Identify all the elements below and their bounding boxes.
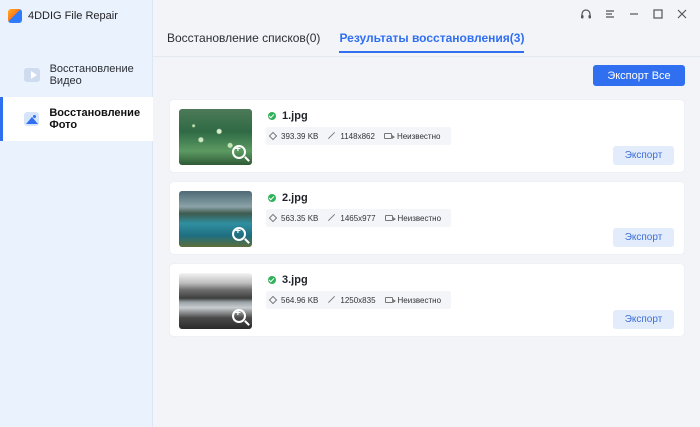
sidebar-item-label: Восстановление Фото — [49, 107, 141, 131]
file-meta: 564.96 KB 1250x835 Неизвестно — [266, 291, 451, 309]
maximize-icon[interactable] — [648, 5, 668, 23]
resolution-icon — [327, 214, 335, 222]
file-thumbnail[interactable] — [179, 109, 252, 165]
resolution-icon — [327, 132, 335, 140]
sidebar: 4DDIG File Repair Восстановление Видео В… — [0, 0, 153, 427]
file-meta: 393.39 KB 1148x862 Неизвестно — [266, 127, 451, 145]
file-duration: Неизвестно — [396, 131, 441, 141]
duration-icon — [384, 297, 396, 303]
sidebar-item-label: Восстановление Видео — [49, 63, 134, 87]
video-icon — [24, 68, 40, 82]
headset-icon[interactable] — [576, 5, 596, 23]
file-size: 564.96 KB — [281, 295, 319, 305]
menu-icon[interactable] — [600, 5, 620, 23]
duration-icon — [383, 133, 395, 139]
resolution-icon — [327, 296, 335, 304]
success-check-icon — [268, 112, 276, 120]
sidebar-item-video-repair[interactable]: Восстановление Видео — [0, 53, 153, 97]
file-card: 3.jpg 564.96 KB 1250x835 Неизвестно Эксп… — [169, 263, 685, 337]
zoom-in-icon[interactable] — [232, 144, 246, 159]
file-size-icon — [268, 131, 278, 141]
file-resolution: 1250x835 — [340, 295, 376, 305]
file-name-text: 3.jpg — [282, 274, 308, 286]
file-name-text: 2.jpg — [282, 192, 308, 204]
photo-icon — [24, 112, 40, 126]
tab-bar: Восстановление списков(0) Результаты вос… — [167, 31, 525, 53]
file-thumbnail[interactable] — [179, 191, 252, 247]
file-card: 2.jpg 563.35 KB 1465x977 Неизвестно Эксп… — [169, 181, 685, 255]
duration-icon — [384, 215, 396, 221]
tab-recovery-list[interactable]: Восстановление списков(0) — [167, 31, 320, 53]
file-resolution: 1465x977 — [340, 213, 376, 223]
file-name: 3.jpg — [268, 274, 308, 286]
file-name-text: 1.jpg — [282, 110, 308, 122]
success-check-icon — [268, 194, 276, 202]
window-controls — [576, 5, 692, 23]
file-meta: 563.35 KB 1465x977 Неизвестно — [266, 209, 451, 227]
file-size: 563.35 KB — [281, 213, 319, 223]
zoom-in-icon[interactable] — [232, 308, 246, 323]
success-check-icon — [268, 276, 276, 284]
file-duration: Неизвестно — [397, 213, 442, 223]
app-logo-icon — [8, 9, 22, 23]
export-all-button[interactable]: Экспорт Все — [593, 65, 685, 86]
sidebar-item-photo-repair[interactable]: Восстановление Фото — [0, 97, 153, 141]
tab-recovery-results[interactable]: Результаты восстановления(3) — [339, 31, 525, 53]
tab-divider — [153, 56, 700, 57]
file-resolution: 1148x862 — [340, 131, 375, 141]
close-icon[interactable] — [672, 5, 692, 23]
export-button[interactable]: Экспорт — [613, 146, 674, 165]
file-name: 2.jpg — [268, 192, 308, 204]
app-title: 4DDIG File Repair — [8, 8, 118, 24]
minimize-icon[interactable] — [624, 5, 644, 23]
file-size: 393.39 KB — [281, 131, 319, 141]
file-thumbnail[interactable] — [179, 273, 252, 329]
file-card: 1.jpg 393.39 KB 1148x862 Неизвестно Эксп… — [169, 99, 685, 173]
zoom-in-icon[interactable] — [232, 226, 246, 241]
export-button[interactable]: Экспорт — [613, 228, 674, 247]
file-size-icon — [268, 213, 278, 223]
file-duration: Неизвестно — [397, 295, 442, 305]
app-title-text: 4DDIG File Repair — [28, 10, 118, 22]
export-button[interactable]: Экспорт — [613, 310, 674, 329]
file-name: 1.jpg — [268, 110, 308, 122]
file-size-icon — [268, 295, 278, 305]
